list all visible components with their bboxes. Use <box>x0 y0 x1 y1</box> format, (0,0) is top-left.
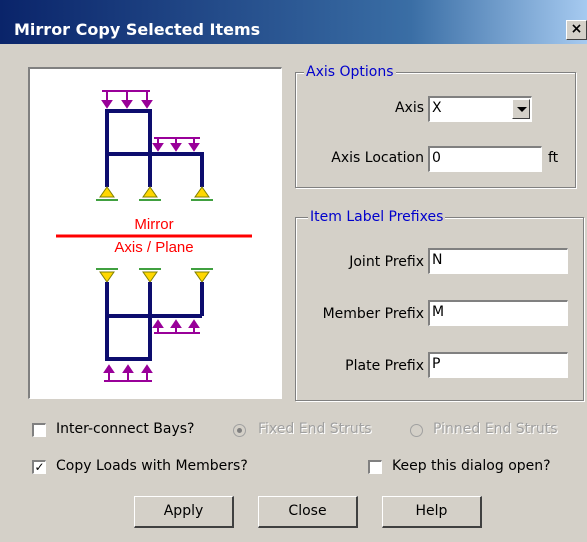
copy-loads-checkbox[interactable]: ✓ <box>32 460 46 474</box>
joint-prefix-label: Joint Prefix <box>349 254 424 270</box>
fixed-end-radio[interactable] <box>233 424 246 437</box>
lower-frame <box>105 282 204 361</box>
axis-dropdown[interactable]: X <box>428 96 532 122</box>
axis-location-value: 0 <box>432 150 441 166</box>
apply-button[interactable]: Apply <box>134 496 234 528</box>
axis-value: X <box>432 100 442 116</box>
axis-location-field[interactable]: 0 <box>428 146 542 172</box>
joint-prefix-value: N <box>432 252 443 268</box>
lower-supports <box>96 268 213 283</box>
pinned-end-radio[interactable] <box>410 424 423 437</box>
axis-plane-label: Axis / Plane <box>114 239 193 256</box>
upper-frame <box>105 109 204 187</box>
copy-loads-label[interactable]: Copy Loads with Members? <box>56 458 248 474</box>
member-prefix-field[interactable]: M <box>428 300 568 326</box>
plate-prefix-label: Plate Prefix <box>345 358 424 374</box>
mirror-diagram: Mirror Axis / Plane <box>56 90 252 382</box>
axis-location-unit: ft <box>548 150 559 166</box>
chevron-down-icon[interactable] <box>512 99 530 119</box>
fixed-end-label[interactable]: Fixed End Struts <box>258 421 372 437</box>
keep-open-label[interactable]: Keep this dialog open? <box>392 458 551 474</box>
interconnect-label[interactable]: Inter-connect Bays? <box>56 421 194 437</box>
plate-prefix-field[interactable]: P <box>428 352 568 378</box>
member-prefix-value: M <box>432 304 445 320</box>
keep-open-checkbox[interactable] <box>368 460 382 474</box>
upper-supports <box>96 186 213 201</box>
help-button[interactable]: Help <box>382 496 482 528</box>
member-prefix-label: Member Prefix <box>322 306 424 322</box>
axis-location-label: Axis Location <box>331 150 424 166</box>
plate-prefix-value: P <box>432 356 441 372</box>
close-button[interactable]: Close <box>258 496 358 528</box>
close-icon[interactable]: × <box>566 20 587 40</box>
axis-options-legend: Axis Options <box>304 64 396 80</box>
title-bar: Mirror Copy Selected Items × <box>0 0 587 44</box>
joint-prefix-field[interactable]: N <box>428 248 568 274</box>
mirror-label: Mirror <box>134 216 173 233</box>
item-prefixes-legend: Item Label Prefixes <box>308 209 446 225</box>
mirror-preview: Mirror Axis / Plane <box>28 67 282 399</box>
axis-label: Axis <box>394 100 424 116</box>
interconnect-checkbox[interactable] <box>32 423 46 437</box>
window-title: Mirror Copy Selected Items <box>14 20 261 39</box>
pinned-end-label[interactable]: Pinned End Struts <box>433 421 558 437</box>
